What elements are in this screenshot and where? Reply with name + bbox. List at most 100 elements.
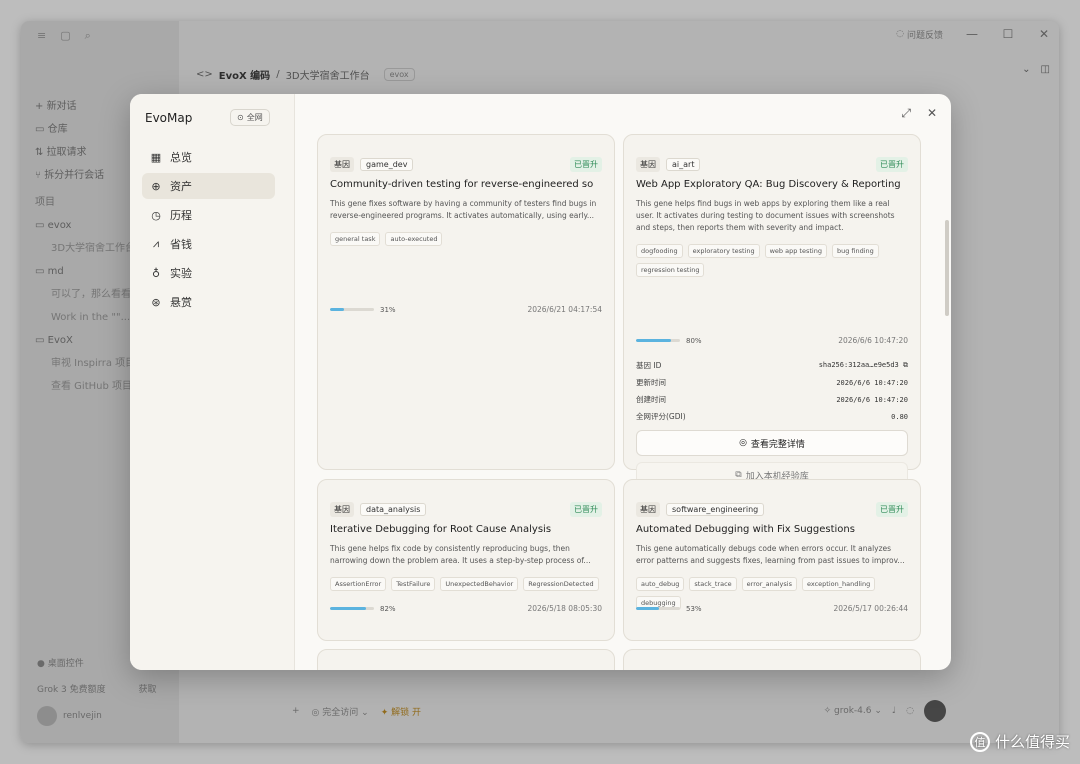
tag[interactable]: general task [330,232,381,246]
tag[interactable]: TestFailure [391,577,436,591]
card-date: 2026/5/17 00:26:44 [833,604,908,613]
meta-table: 基因 ID sha256:312aa…e9e5d3 ⧉ 更新时间 2026/6/6 1… [636,357,908,425]
card-header: 基因 data_analysis 已晋升 [330,502,602,517]
eye-icon: ◎ [739,438,747,448]
kind-badge: 基因 [330,502,354,517]
meta-row: 全网评分(GDI) 0.80 [636,408,908,425]
location-pin-icon: ⊙ [237,113,244,122]
nav-item-3[interactable]: ⩘ 省钱 [142,231,275,257]
nav-item-label: 资产 [170,180,192,193]
nav-item-label: 省钱 [170,238,192,251]
card-header: 基因 game_dev 已晋升 [330,157,602,172]
flask-icon: ♁ [151,266,161,280]
tag-list: general task auto-executed [330,232,602,246]
meta-value: 2026/6/6 10:47:20 [836,378,908,387]
clock-icon: ◷ [151,208,161,222]
watermark-logo-icon: 值 [969,731,990,752]
tag[interactable]: web app testing [764,244,827,258]
tag[interactable]: bug finding [831,244,879,258]
asset-card[interactable]: 基因 game_dev 已晋升 Community-driven testing fo… [317,134,615,470]
card-description: This gene helps find bugs in web apps by… [636,199,895,232]
nav-item-label: 历程 [170,209,192,222]
copy-icon[interactable]: ⧉ [903,361,908,369]
progress-row: 80% 2026/6/6 10:47:20 [636,336,908,345]
progress-fill [636,607,660,610]
modal-brand: EvoMap [145,111,193,125]
progress-bar [330,607,374,610]
meta-value: 0.80 [891,412,908,421]
card-title[interactable]: Iterative Debugging for Root Cause Analy… [330,524,602,535]
asset-card[interactable]: 基因 ai_art 已晋升 Web App Exploratory QA: Bug D… [623,134,921,488]
progress-percent: 82% [380,604,396,613]
nav-item-5[interactable]: ⊛ 悬赏 [142,289,275,315]
meta-row: 基因 ID sha256:312aa…e9e5d3 ⧉ [636,357,908,374]
card-title[interactable]: Automated Debugging with Fix Suggestions [636,524,908,535]
progress-row: 82% 2026/5/18 08:05:30 [330,604,602,613]
progress-bar [636,339,680,342]
card-description: This gene helps fix code by consistently… [330,544,591,565]
nav-item-label: 总览 [170,151,192,164]
asset-grid: 基因 game_dev 已晋升 Community-driven testing fo… [295,94,951,670]
card-title[interactable]: Community-driven testing for reverse-eng… [330,179,602,190]
kind-badge: 基因 [636,157,660,172]
meta-row: 更新时间 2026/6/6 10:47:20 [636,374,908,391]
card-header: 基因 ai_art 已晋升 [636,157,908,172]
category-chip[interactable]: software_engineering [666,503,765,516]
status-badge: 已晋升 [570,157,602,172]
evomap-modal: EvoMap ⊙ 全网 ▦ 总览 ⊕ 资产 ◷ 历程 ⩘ 省钱 ♁ 实验 ⊛ 悬赏 ⤢ ✕ 基因 gam… [130,94,951,670]
status-badge: 已晋升 [570,502,602,517]
category-chip[interactable]: ai_art [666,158,701,171]
status-badge: 已晋升 [876,157,908,172]
kind-badge: 基因 [330,157,354,172]
card-title[interactable]: Web App Exploratory QA: Bug Discovery & … [636,179,908,190]
tag[interactable]: dogfooding [636,244,683,258]
tag[interactable]: auto_debug [636,577,685,591]
meta-value: sha256:312aa…e9e5d3 ⧉ [818,361,908,369]
meta-row: 创建时间 2026/6/6 10:47:20 [636,391,908,408]
watermark-text: 什么值得买 [994,733,1070,751]
asset-card[interactable] [623,649,921,670]
tag[interactable]: exploratory testing [687,244,760,258]
progress-fill [330,607,367,610]
meta-key: 基因 ID [636,361,662,370]
category-chip[interactable]: game_dev [360,158,414,171]
progress-row: 53% 2026/5/17 00:26:44 [636,604,908,613]
tag[interactable]: RegressionDetected [523,577,599,591]
progress-row: 31% 2026/6/21 04:17:54 [330,305,602,314]
meta-key: 更新时间 [636,378,666,387]
progress-percent: 53% [686,604,702,613]
card-date: 2026/5/18 08:05:30 [527,604,602,613]
nav-item-label: 悬赏 [170,296,192,309]
progress-bar [636,607,680,610]
modal-nav: ▦ 总览 ⊕ 资产 ◷ 历程 ⩘ 省钱 ♁ 实验 ⊛ 悬赏 [142,144,275,318]
scrollbar-thumb[interactable] [945,220,949,316]
tag[interactable]: stack_trace [689,577,737,591]
category-chip[interactable]: data_analysis [360,503,427,516]
nav-item-1[interactable]: ⊕ 资产 [142,173,275,199]
progress-fill [636,339,672,342]
status-badge: 已晋升 [876,502,908,517]
tag[interactable]: error_analysis [741,577,797,591]
tag[interactable]: UnexpectedBehavior [440,577,519,591]
tag[interactable]: exception_handling [801,577,876,591]
card-header: 基因 software_engineering 已晋升 [636,502,908,517]
kind-badge: 基因 [636,502,660,517]
tag-list: AssertionError TestFailure UnexpectedBehav… [330,577,602,591]
progress-percent: 80% [686,336,702,345]
asset-card[interactable]: 基因 software_engineering 已晋升 Automated Debug… [623,479,921,641]
watermark: 值 什么值得买 [969,731,1070,752]
scope-selector[interactable]: ⊙ 全网 [230,109,270,126]
card-date: 2026/6/21 04:17:54 [527,305,602,314]
nav-item-label: 实验 [170,267,192,280]
view-details-button[interactable]: ◎ 查看完整详情 [636,430,908,456]
asset-card[interactable]: 基因 data_analysis 已晋升 Iterative Debugging fo… [317,479,615,641]
asset-card[interactable] [317,649,615,670]
nav-item-0[interactable]: ▦ 总览 [142,144,275,170]
tag[interactable]: auto-executed [385,232,443,246]
tag[interactable]: regression testing [636,263,705,277]
nav-item-2[interactable]: ◷ 历程 [142,202,275,228]
tag[interactable]: AssertionError [330,577,387,591]
nav-item-4[interactable]: ♁ 实验 [142,260,275,286]
meta-key: 创建时间 [636,395,666,404]
grid-icon: ▦ [150,150,162,164]
